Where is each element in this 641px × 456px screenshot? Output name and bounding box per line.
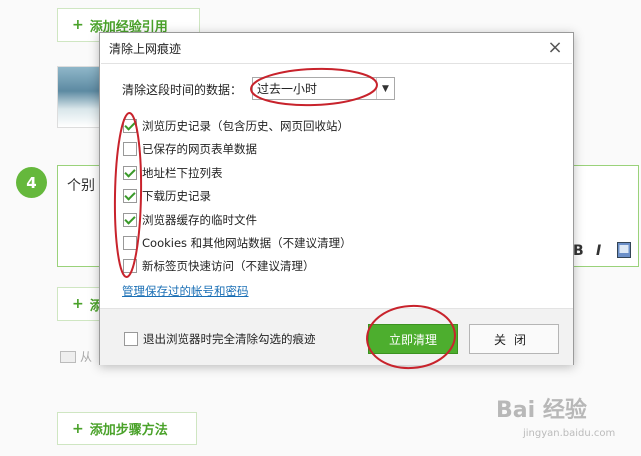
option-cache-files[interactable]: 浏览器缓存的临时文件 [123, 212, 257, 228]
time-range-select[interactable]: 过去一小时 ▼ [252, 77, 395, 100]
watermark-url: jingyan.baidu.com [523, 428, 616, 439]
add-step-label: 添加步骤方法 [89, 423, 168, 438]
bold-button[interactable]: B [573, 243, 584, 259]
checkbox[interactable] [123, 213, 137, 227]
close-button[interactable]: 关闭 [469, 324, 559, 354]
manage-passwords-link[interactable]: 管理保存过的帐号和密码 [122, 283, 249, 299]
dialog-title: 清除上网痕迹 [109, 42, 182, 56]
option-clear-on-exit[interactable]: 退出浏览器时完全清除勾选的痕迹 [124, 331, 316, 347]
close-icon[interactable]: × [545, 37, 565, 58]
picture-icon [60, 350, 76, 363]
time-range-label: 清除这段时间的数据： [122, 83, 243, 97]
option-address-bar-list[interactable]: 地址栏下拉列表 [123, 165, 223, 181]
time-range-value: 过去一小时 [257, 82, 318, 96]
clean-now-button[interactable]: 立即清理 [368, 324, 458, 354]
add-step-button[interactable]: + 添加步骤方法 [57, 412, 197, 445]
checkbox[interactable] [124, 332, 138, 346]
option-new-tab-quick-access[interactable]: 新标签页快速访问（不建议清理） [123, 258, 315, 274]
italic-button[interactable]: I [596, 243, 601, 259]
checkbox[interactable] [123, 236, 137, 250]
chevron-down-icon[interactable]: ▼ [376, 78, 394, 99]
checkbox[interactable] [123, 142, 137, 156]
step-number-badge: 4 [16, 167, 47, 198]
checkbox[interactable] [123, 119, 137, 133]
option-browsing-history[interactable]: 浏览历史记录（包含历史、网页回收站） [123, 118, 349, 134]
option-cookies[interactable]: Cookies 和其他网站数据（不建议清理） [123, 235, 352, 251]
title-divider [101, 63, 572, 64]
editor-text: 个别 [67, 178, 95, 194]
option-form-data[interactable]: 已保存的网页表单数据 [123, 141, 257, 157]
watermark-logo: Bai 经验 [496, 398, 587, 423]
checkbox[interactable] [123, 166, 137, 180]
image-upload-hint[interactable]: 从 [60, 348, 92, 365]
option-download-history[interactable]: 下载历史记录 [123, 188, 211, 204]
checkbox[interactable] [123, 259, 137, 273]
checkbox[interactable] [123, 189, 137, 203]
